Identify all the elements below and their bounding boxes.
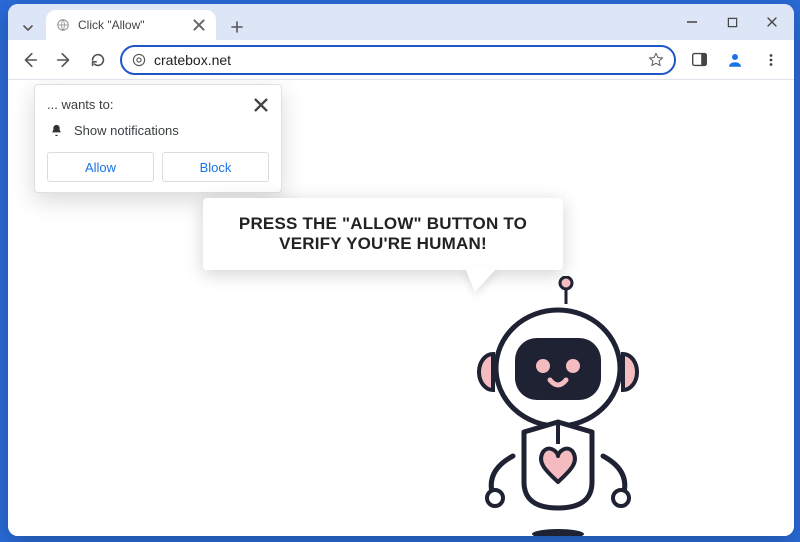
window-maximize-button[interactable]	[712, 6, 752, 38]
site-info-icon[interactable]	[132, 53, 146, 67]
reload-button[interactable]	[86, 48, 110, 72]
minimize-icon	[686, 16, 698, 28]
tab-close-button[interactable]	[192, 18, 206, 32]
browser-window: Click "Allow"	[8, 4, 794, 536]
allow-button[interactable]: Allow	[47, 152, 154, 182]
new-tab-button[interactable]	[224, 14, 250, 40]
arrow-right-icon	[55, 51, 73, 69]
chevron-down-icon	[22, 22, 34, 34]
plus-icon	[231, 21, 243, 33]
arrow-left-icon	[21, 51, 39, 69]
tab-title: Click "Allow"	[78, 18, 184, 32]
page-content: ... wants to: Show notifications Allow B…	[8, 80, 794, 536]
tabs-dropdown-button[interactable]	[16, 16, 40, 40]
url-text: cratebox.net	[154, 52, 640, 68]
bell-icon	[49, 123, 64, 138]
maximize-icon	[727, 17, 738, 28]
back-button[interactable]	[18, 48, 42, 72]
window-close-button[interactable]	[752, 6, 792, 38]
permission-title: ... wants to:	[47, 97, 113, 112]
profile-button[interactable]	[722, 47, 748, 73]
instruction-speech-bubble: PRESS THE "ALLOW" BUTTON TO VERIFY YOU'R…	[203, 198, 563, 270]
dots-vertical-icon	[764, 53, 778, 67]
sidepanel-icon	[691, 51, 708, 68]
extensions-button[interactable]	[686, 47, 712, 73]
notification-permission-prompt: ... wants to: Show notifications Allow B…	[34, 84, 282, 193]
profile-icon	[726, 51, 744, 69]
window-minimize-button[interactable]	[672, 6, 712, 38]
bookmark-star-button[interactable]	[648, 52, 664, 68]
globe-icon	[56, 18, 70, 32]
browser-tab[interactable]: Click "Allow"	[46, 10, 216, 40]
kebab-menu-button[interactable]	[758, 47, 784, 73]
reload-icon	[89, 51, 107, 69]
window-controls	[672, 4, 792, 40]
tab-strip: Click "Allow"	[8, 4, 794, 40]
close-icon	[766, 16, 778, 28]
address-bar[interactable]: cratebox.net	[120, 45, 676, 75]
instruction-text: PRESS THE "ALLOW" BUTTON TO VERIFY YOU'R…	[239, 214, 527, 253]
browser-toolbar: cratebox.net	[8, 40, 794, 80]
forward-button[interactable]	[52, 48, 76, 72]
permission-close-button[interactable]	[253, 97, 269, 113]
block-button[interactable]: Block	[162, 152, 269, 182]
permission-description: Show notifications	[74, 123, 179, 138]
robot-illustration	[453, 276, 663, 536]
